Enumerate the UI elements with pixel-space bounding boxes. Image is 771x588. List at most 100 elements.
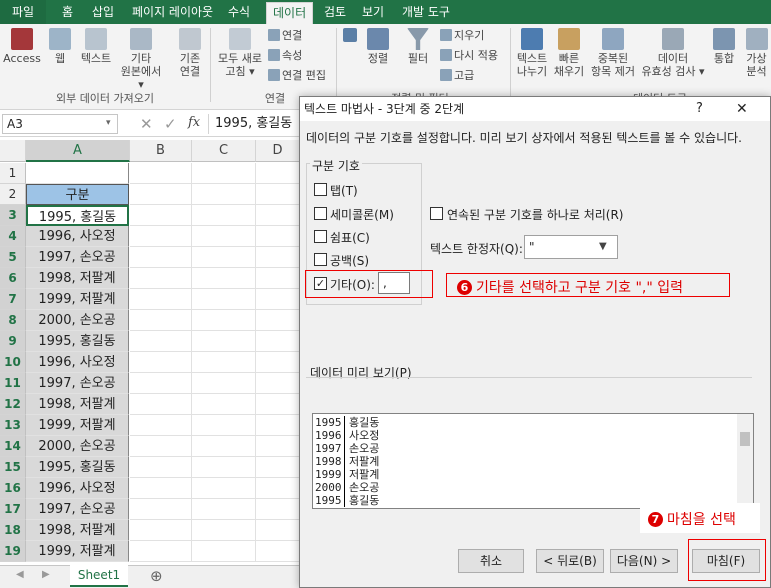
tab-6[interactable]: 검토	[318, 0, 352, 24]
cell[interactable]	[192, 415, 256, 436]
tab-4[interactable]: 수식	[222, 0, 256, 24]
scroll-left-icon[interactable]: ◀	[16, 569, 24, 580]
qualifier-select[interactable]: " ▼	[524, 235, 618, 259]
row-header[interactable]: 10	[0, 352, 26, 373]
help-icon[interactable]: ?	[696, 97, 703, 121]
row-header[interactable]: 1	[0, 163, 26, 184]
cell[interactable]	[192, 331, 256, 352]
what-if-button[interactable]: 가상 분석	[742, 28, 771, 78]
finish-button[interactable]: 마침(F)	[692, 549, 760, 573]
tab-3[interactable]: 페이지 레이아웃	[126, 0, 219, 24]
cell[interactable]	[192, 352, 256, 373]
next-button[interactable]: 다음(N) >	[610, 549, 678, 573]
cell-a[interactable]: 1998, 저팔계	[26, 394, 129, 415]
cell[interactable]	[130, 415, 192, 436]
cell[interactable]	[192, 289, 256, 310]
cell[interactable]	[192, 457, 256, 478]
cell[interactable]	[256, 520, 300, 541]
consolidate-button[interactable]: 통합	[708, 28, 740, 65]
reapply-button[interactable]: 다시 적용	[440, 48, 498, 64]
cell[interactable]	[256, 226, 300, 247]
cell[interactable]	[130, 394, 192, 415]
cell[interactable]	[130, 499, 192, 520]
sort-asc-button[interactable]	[340, 28, 360, 44]
column-header[interactable]: A	[26, 140, 130, 162]
comma-checkbox[interactable]	[314, 230, 327, 243]
row-header[interactable]: 6	[0, 268, 26, 289]
cell[interactable]	[192, 184, 256, 205]
space-checkbox[interactable]	[314, 253, 327, 266]
row-header[interactable]: 4	[0, 226, 26, 247]
cell[interactable]	[130, 226, 192, 247]
semicolon-checkbox[interactable]	[314, 207, 327, 220]
text-to-columns-button[interactable]: 텍스트 나누기	[512, 28, 552, 78]
cell[interactable]	[256, 394, 300, 415]
tab-5[interactable]: 데이터	[266, 2, 314, 24]
connections-button[interactable]: 연결	[268, 28, 302, 44]
row-header[interactable]: 8	[0, 310, 26, 331]
cell[interactable]	[256, 541, 300, 562]
cell[interactable]	[130, 163, 192, 184]
cell[interactable]	[256, 184, 300, 205]
tab-checkbox[interactable]	[314, 183, 327, 196]
row-header[interactable]: 19	[0, 541, 26, 562]
properties-button[interactable]: 속성	[268, 48, 302, 64]
cell[interactable]	[256, 310, 300, 331]
cell-a[interactable]: 구분	[26, 184, 129, 205]
row-header[interactable]: 13	[0, 415, 26, 436]
cell[interactable]	[256, 436, 300, 457]
consecutive-checkbox[interactable]	[430, 207, 443, 220]
cell-a[interactable]: 1998, 저팔계	[26, 520, 129, 541]
cell[interactable]	[256, 289, 300, 310]
edit-links-button[interactable]: 연결 편집	[268, 68, 326, 84]
row-header[interactable]: 18	[0, 520, 26, 541]
cell[interactable]	[192, 499, 256, 520]
cell[interactable]	[256, 352, 300, 373]
row-header[interactable]: 14	[0, 436, 26, 457]
add-sheet-icon[interactable]: ⊕	[150, 567, 163, 585]
cell-a[interactable]: 2000, 손오공	[26, 436, 129, 457]
cell-a[interactable]: 1998, 저팔계	[26, 268, 129, 289]
cancel-icon[interactable]: ✕	[140, 115, 153, 133]
cell[interactable]	[192, 268, 256, 289]
cell[interactable]	[256, 331, 300, 352]
row-header[interactable]: 12	[0, 394, 26, 415]
cell[interactable]	[130, 268, 192, 289]
row-header[interactable]: 5	[0, 247, 26, 268]
cell[interactable]	[192, 310, 256, 331]
cancel-button[interactable]: 취소	[458, 549, 524, 573]
clear-filter-button[interactable]: 지우기	[440, 28, 484, 44]
cell[interactable]	[130, 310, 192, 331]
cell[interactable]	[130, 352, 192, 373]
row-header[interactable]: 2	[0, 184, 26, 205]
chevron-down-icon[interactable]: ▾	[106, 118, 111, 128]
cell[interactable]	[130, 331, 192, 352]
cell[interactable]	[192, 205, 256, 226]
select-all-corner[interactable]	[0, 140, 26, 162]
column-header[interactable]: B	[130, 140, 192, 162]
cell[interactable]	[130, 205, 192, 226]
cell-a[interactable]: 1999, 저팔계	[26, 541, 129, 562]
cell[interactable]	[256, 163, 300, 184]
preview-scrollbar[interactable]	[737, 414, 753, 508]
other-checkbox[interactable]: ✓	[314, 277, 327, 290]
cell[interactable]	[256, 373, 300, 394]
row-header[interactable]: 7	[0, 289, 26, 310]
cell[interactable]	[256, 478, 300, 499]
cell[interactable]	[192, 541, 256, 562]
tab-2[interactable]: 삽입	[86, 0, 120, 24]
cell[interactable]	[256, 205, 300, 226]
row-header[interactable]: 3	[0, 205, 26, 226]
cell[interactable]	[256, 499, 300, 520]
cell-a[interactable]: 1997, 손오공	[26, 373, 129, 394]
refresh-all-button[interactable]: 모두 새로 고침 ▾	[214, 28, 266, 78]
cell-a[interactable]: 1996, 사오정	[26, 352, 129, 373]
tab-8[interactable]: 개발 도구	[396, 0, 456, 24]
other-sources-button[interactable]: 기타 원본에서 ▾	[118, 28, 164, 91]
cell[interactable]	[192, 436, 256, 457]
formula-input[interactable]: 1995, 홍길동	[208, 114, 298, 134]
data-validation-button[interactable]: 데이터 유효성 검사 ▾	[638, 28, 708, 78]
cell[interactable]	[130, 457, 192, 478]
text-import-button[interactable]: 텍스트	[76, 28, 116, 65]
cell[interactable]	[130, 289, 192, 310]
